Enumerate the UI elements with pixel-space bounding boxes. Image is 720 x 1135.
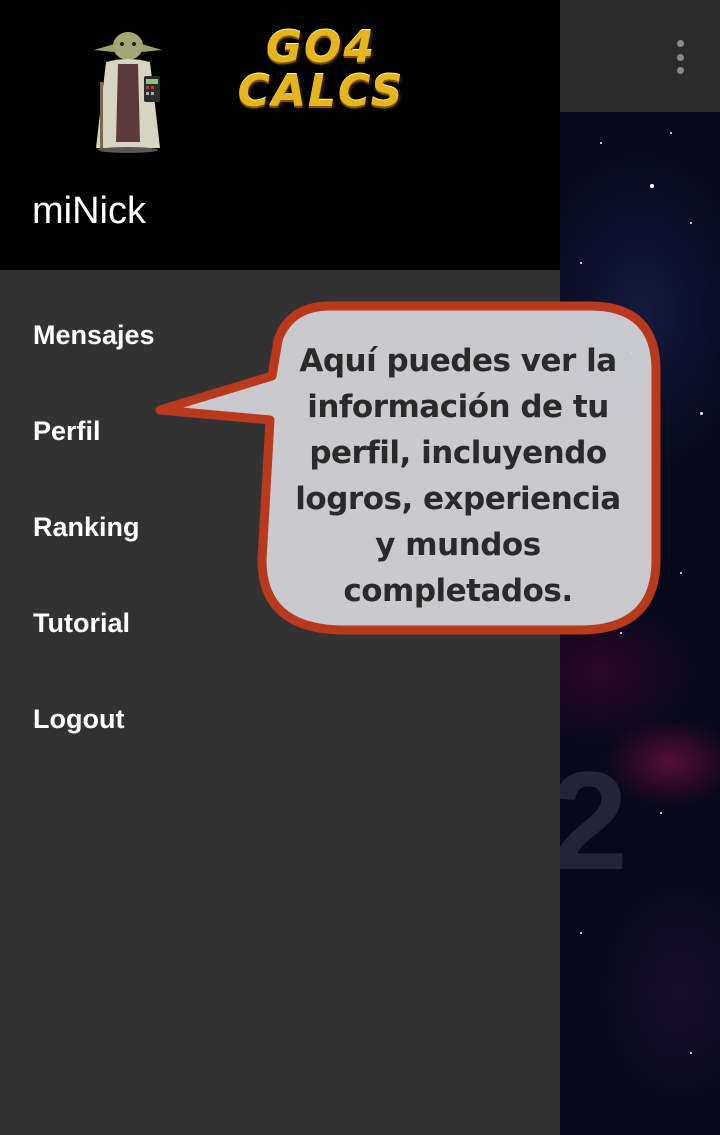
go4calcs-logo: GO4 CALCS bbox=[226, 26, 416, 114]
menu-item-mensajes[interactable]: Mensajes bbox=[0, 287, 560, 383]
menu-item-label: Ranking bbox=[33, 511, 140, 542]
drawer-menu: Mensajes Perfil Ranking Tutorial Logout bbox=[0, 287, 560, 767]
navigation-drawer: GO4 CALCS miNick Mensajes Perfil Ranking… bbox=[0, 0, 560, 1135]
menu-item-label: Mensajes bbox=[33, 319, 155, 350]
space-background-image bbox=[560, 112, 720, 1135]
drawer-header: GO4 CALCS miNick bbox=[0, 0, 560, 270]
menu-item-tutorial[interactable]: Tutorial bbox=[0, 575, 560, 671]
more-vert-icon[interactable] bbox=[676, 40, 684, 74]
background-digit: 2 bbox=[550, 742, 628, 899]
logo-line-1: GO4 bbox=[265, 22, 377, 73]
menu-item-ranking[interactable]: Ranking bbox=[0, 479, 560, 575]
menu-item-label: Perfil bbox=[33, 415, 101, 446]
user-nickname: miNick bbox=[32, 190, 146, 232]
menu-item-perfil[interactable]: Perfil bbox=[0, 383, 560, 479]
logo-line-2: CALCS bbox=[237, 66, 405, 117]
menu-item-label: Logout bbox=[33, 703, 125, 734]
menu-item-logout[interactable]: Logout bbox=[0, 671, 560, 767]
menu-item-label: Tutorial bbox=[33, 607, 130, 638]
yoda-calculator-icon bbox=[94, 32, 162, 153]
